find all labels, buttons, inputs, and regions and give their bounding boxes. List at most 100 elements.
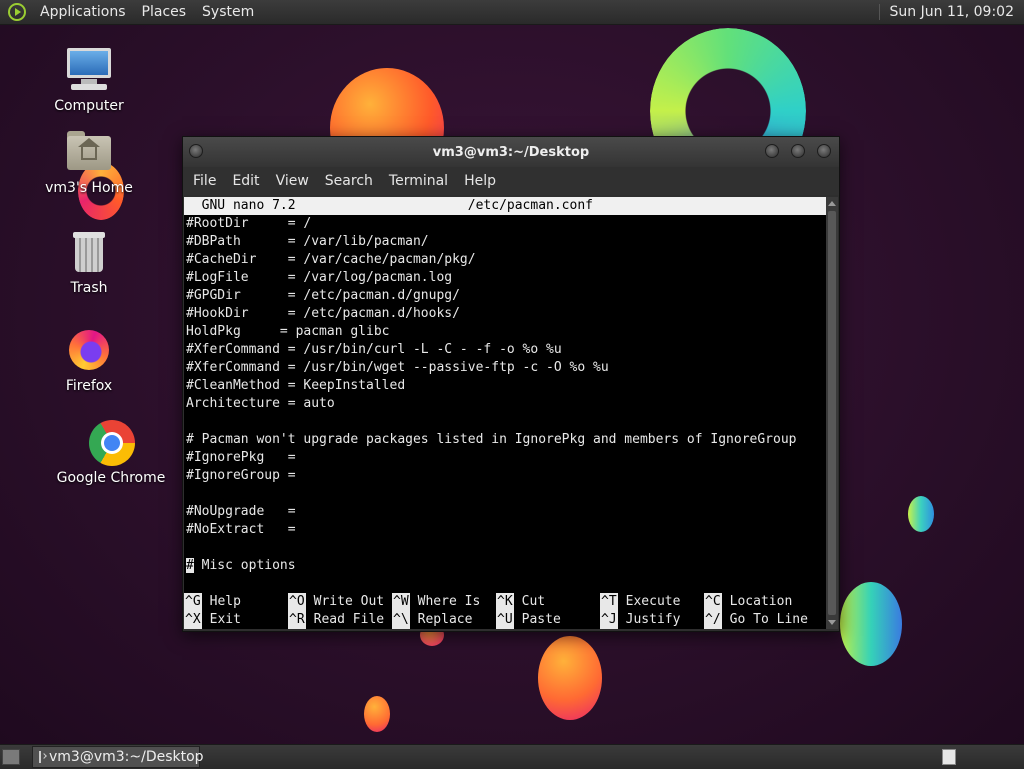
shortcut-label: Write Out [313,594,385,609]
shortcut-key: ^J [600,611,618,629]
file-line: #CleanMethod = KeepInstalled [186,378,406,393]
window-menu-icon[interactable] [189,144,203,158]
shortcut-key: ^U [496,611,514,629]
shortcut-key: ^X [184,611,202,629]
file-line: #XferCommand = /usr/bin/wget --passive-f… [186,360,609,375]
computer-icon [65,46,113,94]
shortcut-key: ^W [392,593,410,611]
menu-edit[interactable]: Edit [226,173,267,189]
file-line [184,485,826,503]
shortcut-key: ^G [184,593,202,611]
menu-places[interactable]: Places [134,4,195,20]
shortcut-label: Justify [625,612,681,627]
desktop-icon-label: Trash [70,280,108,296]
desktop-icon-home[interactable]: vm3's Home [34,128,144,196]
menu-help[interactable]: Help [458,173,504,189]
workspace-switcher[interactable] [942,749,956,765]
desktop-icon-trash[interactable]: Trash [34,228,144,296]
shortcut-cut[interactable]: ^K Cut [496,593,600,611]
shortcut-go-to-line[interactable]: ^/ Go To Line [704,611,808,629]
shortcut-key: ^K [496,593,514,611]
firefox-icon [65,326,113,374]
decor-orange-blob-mid [538,636,602,720]
file-line: Architecture = auto [186,396,335,411]
show-desktop-button[interactable] [2,749,20,765]
shortcut-row: ^X Exit ^R Read File ^\ Replace ^U Paste ^J Justi… [184,611,826,629]
desktop-icon-label: Google Chrome [56,470,166,486]
distro-logo-icon[interactable] [8,3,26,21]
menu-view[interactable]: View [270,173,317,189]
shortcut-read-file[interactable]: ^R Read File [288,611,392,629]
file-line [184,413,826,431]
file-line: #NoUpgrade = [186,504,296,519]
clock[interactable]: Sun Jun 11, 09:02 [878,4,1024,20]
shortcut-label: Execute [625,594,681,609]
desktop-icon-chrome[interactable]: Google Chrome [56,418,166,486]
taskbar-item-terminal[interactable]: vm3@vm3:~/Desktop [32,746,204,768]
terminal-window: vm3@vm3:~/Desktop File Edit View Search … [182,136,840,632]
shortcut-label: Paste [521,612,561,627]
bottom-panel: vm3@vm3:~/Desktop [0,744,1024,769]
menu-applications[interactable]: Applications [32,4,134,20]
window-title: vm3@vm3:~/Desktop [432,144,590,160]
shortcut-exit[interactable]: ^X Exit [184,611,288,629]
file-line: #HookDir = /etc/pacman.d/hooks/ [186,306,460,321]
file-line: #NoExtract = [186,522,296,537]
shortcut-execute[interactable]: ^T Execute [600,593,704,611]
shortcut-label: Exit [209,612,241,627]
shortcut-key: ^O [288,593,306,611]
terminal-icon [39,751,41,763]
shortcut-label: Location [729,594,793,609]
top-panel: Applications Places System Sun Jun 11, 0… [0,0,1024,25]
window-menubar: File Edit View Search Terminal Help [183,167,839,195]
shortcut-key: ^R [288,611,306,629]
file-line: # Pacman won't upgrade packages listed i… [186,432,797,447]
nano-shortcut-bar: ^G Help ^O Write Out ^W Where Is ^K Cut ^T Execut… [184,593,826,629]
shortcut-location[interactable]: ^C Location [704,593,808,611]
home-folder-icon [65,128,113,176]
shortcut-where-is[interactable]: ^W Where Is [392,593,496,611]
menu-file[interactable]: File [187,173,224,189]
shortcut-label: Read File [313,612,385,627]
desktop-icon-firefox[interactable]: Firefox [34,326,144,394]
menu-terminal[interactable]: Terminal [383,173,456,189]
file-line-cursor: # Misc options [184,557,826,575]
decor-blue-blob [840,582,902,666]
shortcut-help[interactable]: ^G Help [184,593,288,611]
chrome-icon [87,418,135,466]
shortcut-write-out[interactable]: ^O Write Out [288,593,392,611]
file-line: #CacheDir = /var/cache/pacman/pkg/ [186,252,476,267]
decor-green-blob-small [908,496,934,532]
shortcut-key: ^/ [704,611,722,629]
text-cursor: # [186,558,194,573]
shortcut-paste[interactable]: ^U Paste [496,611,600,629]
file-line [184,539,826,557]
scrollbar-thumb[interactable] [828,211,836,615]
scroll-down-icon[interactable] [828,620,836,625]
desktop-icon-computer[interactable]: Computer [34,46,144,114]
desktop-icon-label: Computer [54,98,124,114]
menu-system[interactable]: System [194,4,262,20]
shortcut-replace[interactable]: ^\ Replace [392,611,496,629]
shortcut-justify[interactable]: ^J Justify [600,611,704,629]
menu-search[interactable]: Search [319,173,381,189]
scroll-up-icon[interactable] [828,201,836,206]
shortcut-row: ^G Help ^O Write Out ^W Where Is ^K Cut ^T Execut… [184,593,826,611]
file-line: #XferCommand = /usr/bin/curl -L -C - -f … [186,342,562,357]
trash-icon [65,228,113,276]
terminal-scrollbar[interactable] [826,197,838,629]
shortcut-label: Replace [417,612,473,627]
file-line: #IgnoreGroup = [186,468,296,483]
window-titlebar[interactable]: vm3@vm3:~/Desktop [183,137,839,167]
file-line: #DBPath = /var/lib/pacman/ [186,234,429,249]
close-button[interactable] [817,144,831,158]
shortcut-key: ^C [704,593,722,611]
terminal-content[interactable]: GNU nano 7.2 /etc/pacman.conf #RootDir =… [184,197,826,629]
minimize-button[interactable] [765,144,779,158]
maximize-button[interactable] [791,144,805,158]
file-line: #RootDir = / [186,216,312,231]
file-line: HoldPkg = pacman glibc [186,324,390,339]
shortcut-key: ^T [600,593,618,611]
desktop-icon-label: Firefox [65,378,113,394]
shortcut-key: ^\ [392,611,410,629]
